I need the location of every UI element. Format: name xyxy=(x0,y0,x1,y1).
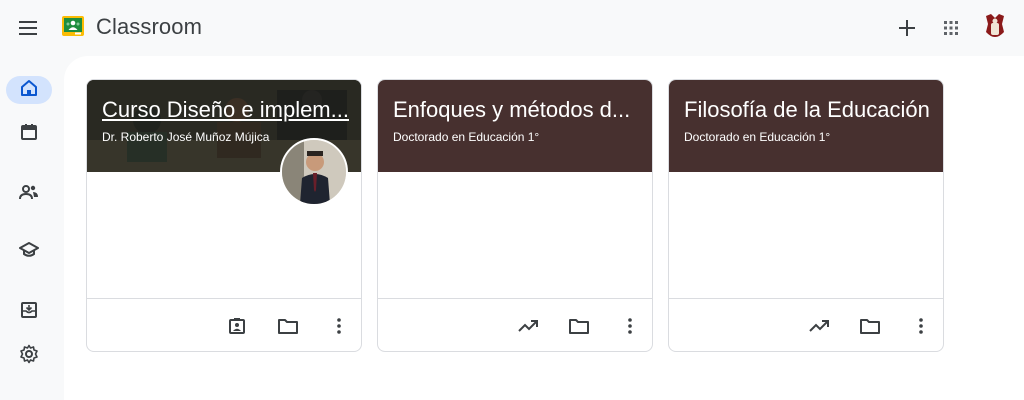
folder-icon[interactable] xyxy=(856,312,884,340)
navigation-rail xyxy=(0,56,64,400)
class-card[interactable]: Enfoques y métodos d... Doctorado en Edu… xyxy=(377,79,653,352)
class-section: Doctorado en Educación 1° xyxy=(393,130,540,144)
classroom-logo-icon[interactable] xyxy=(62,16,84,36)
nav-home[interactable] xyxy=(6,76,52,104)
class-teacher: Dr. Roberto José Muñoz Mújica xyxy=(102,130,270,144)
more-vert-icon[interactable] xyxy=(907,312,935,340)
more-vert-icon[interactable] xyxy=(325,312,353,340)
apps-grid-icon[interactable] xyxy=(937,14,965,42)
more-vert-icon[interactable] xyxy=(616,312,644,340)
folder-icon[interactable] xyxy=(274,312,302,340)
folder-icon[interactable] xyxy=(565,312,593,340)
trending-up-icon[interactable] xyxy=(514,312,542,340)
teacher-avatar[interactable] xyxy=(280,138,348,206)
top-app-bar: Classroom xyxy=(0,0,1024,56)
trending-up-icon[interactable] xyxy=(805,312,833,340)
nav-settings[interactable] xyxy=(6,342,52,370)
nav-teaching[interactable] xyxy=(6,238,52,266)
menu-icon[interactable] xyxy=(14,14,42,42)
account-avatar[interactable] xyxy=(980,11,1010,43)
card-divider xyxy=(87,298,361,299)
assignment-ind-icon[interactable] xyxy=(223,312,251,340)
class-title[interactable]: Curso Diseño e implem... xyxy=(102,97,352,123)
home-icon xyxy=(20,79,38,102)
card-header xyxy=(378,80,652,172)
class-section: Doctorado en Educación 1° xyxy=(684,130,831,144)
settings-icon xyxy=(19,344,39,369)
card-divider xyxy=(669,298,943,299)
calendar-icon xyxy=(20,123,38,146)
class-title[interactable]: Filosofía de la Educación xyxy=(684,97,934,123)
card-divider xyxy=(378,298,652,299)
nav-archived[interactable] xyxy=(6,298,52,326)
add-class-icon[interactable] xyxy=(893,14,921,42)
class-card[interactable]: Filosofía de la Educación Doctorado en E… xyxy=(668,79,944,352)
class-title[interactable]: Enfoques y métodos d... xyxy=(393,97,643,123)
archive-icon xyxy=(20,301,38,324)
nav-enrolled[interactable] xyxy=(6,180,52,208)
people-icon xyxy=(19,183,39,206)
school-icon xyxy=(19,241,39,264)
nav-calendar[interactable] xyxy=(6,120,52,148)
class-card[interactable]: Curso Diseño e implem... Dr. Roberto Jos… xyxy=(86,79,362,352)
app-title[interactable]: Classroom xyxy=(96,14,202,40)
card-header xyxy=(669,80,943,172)
